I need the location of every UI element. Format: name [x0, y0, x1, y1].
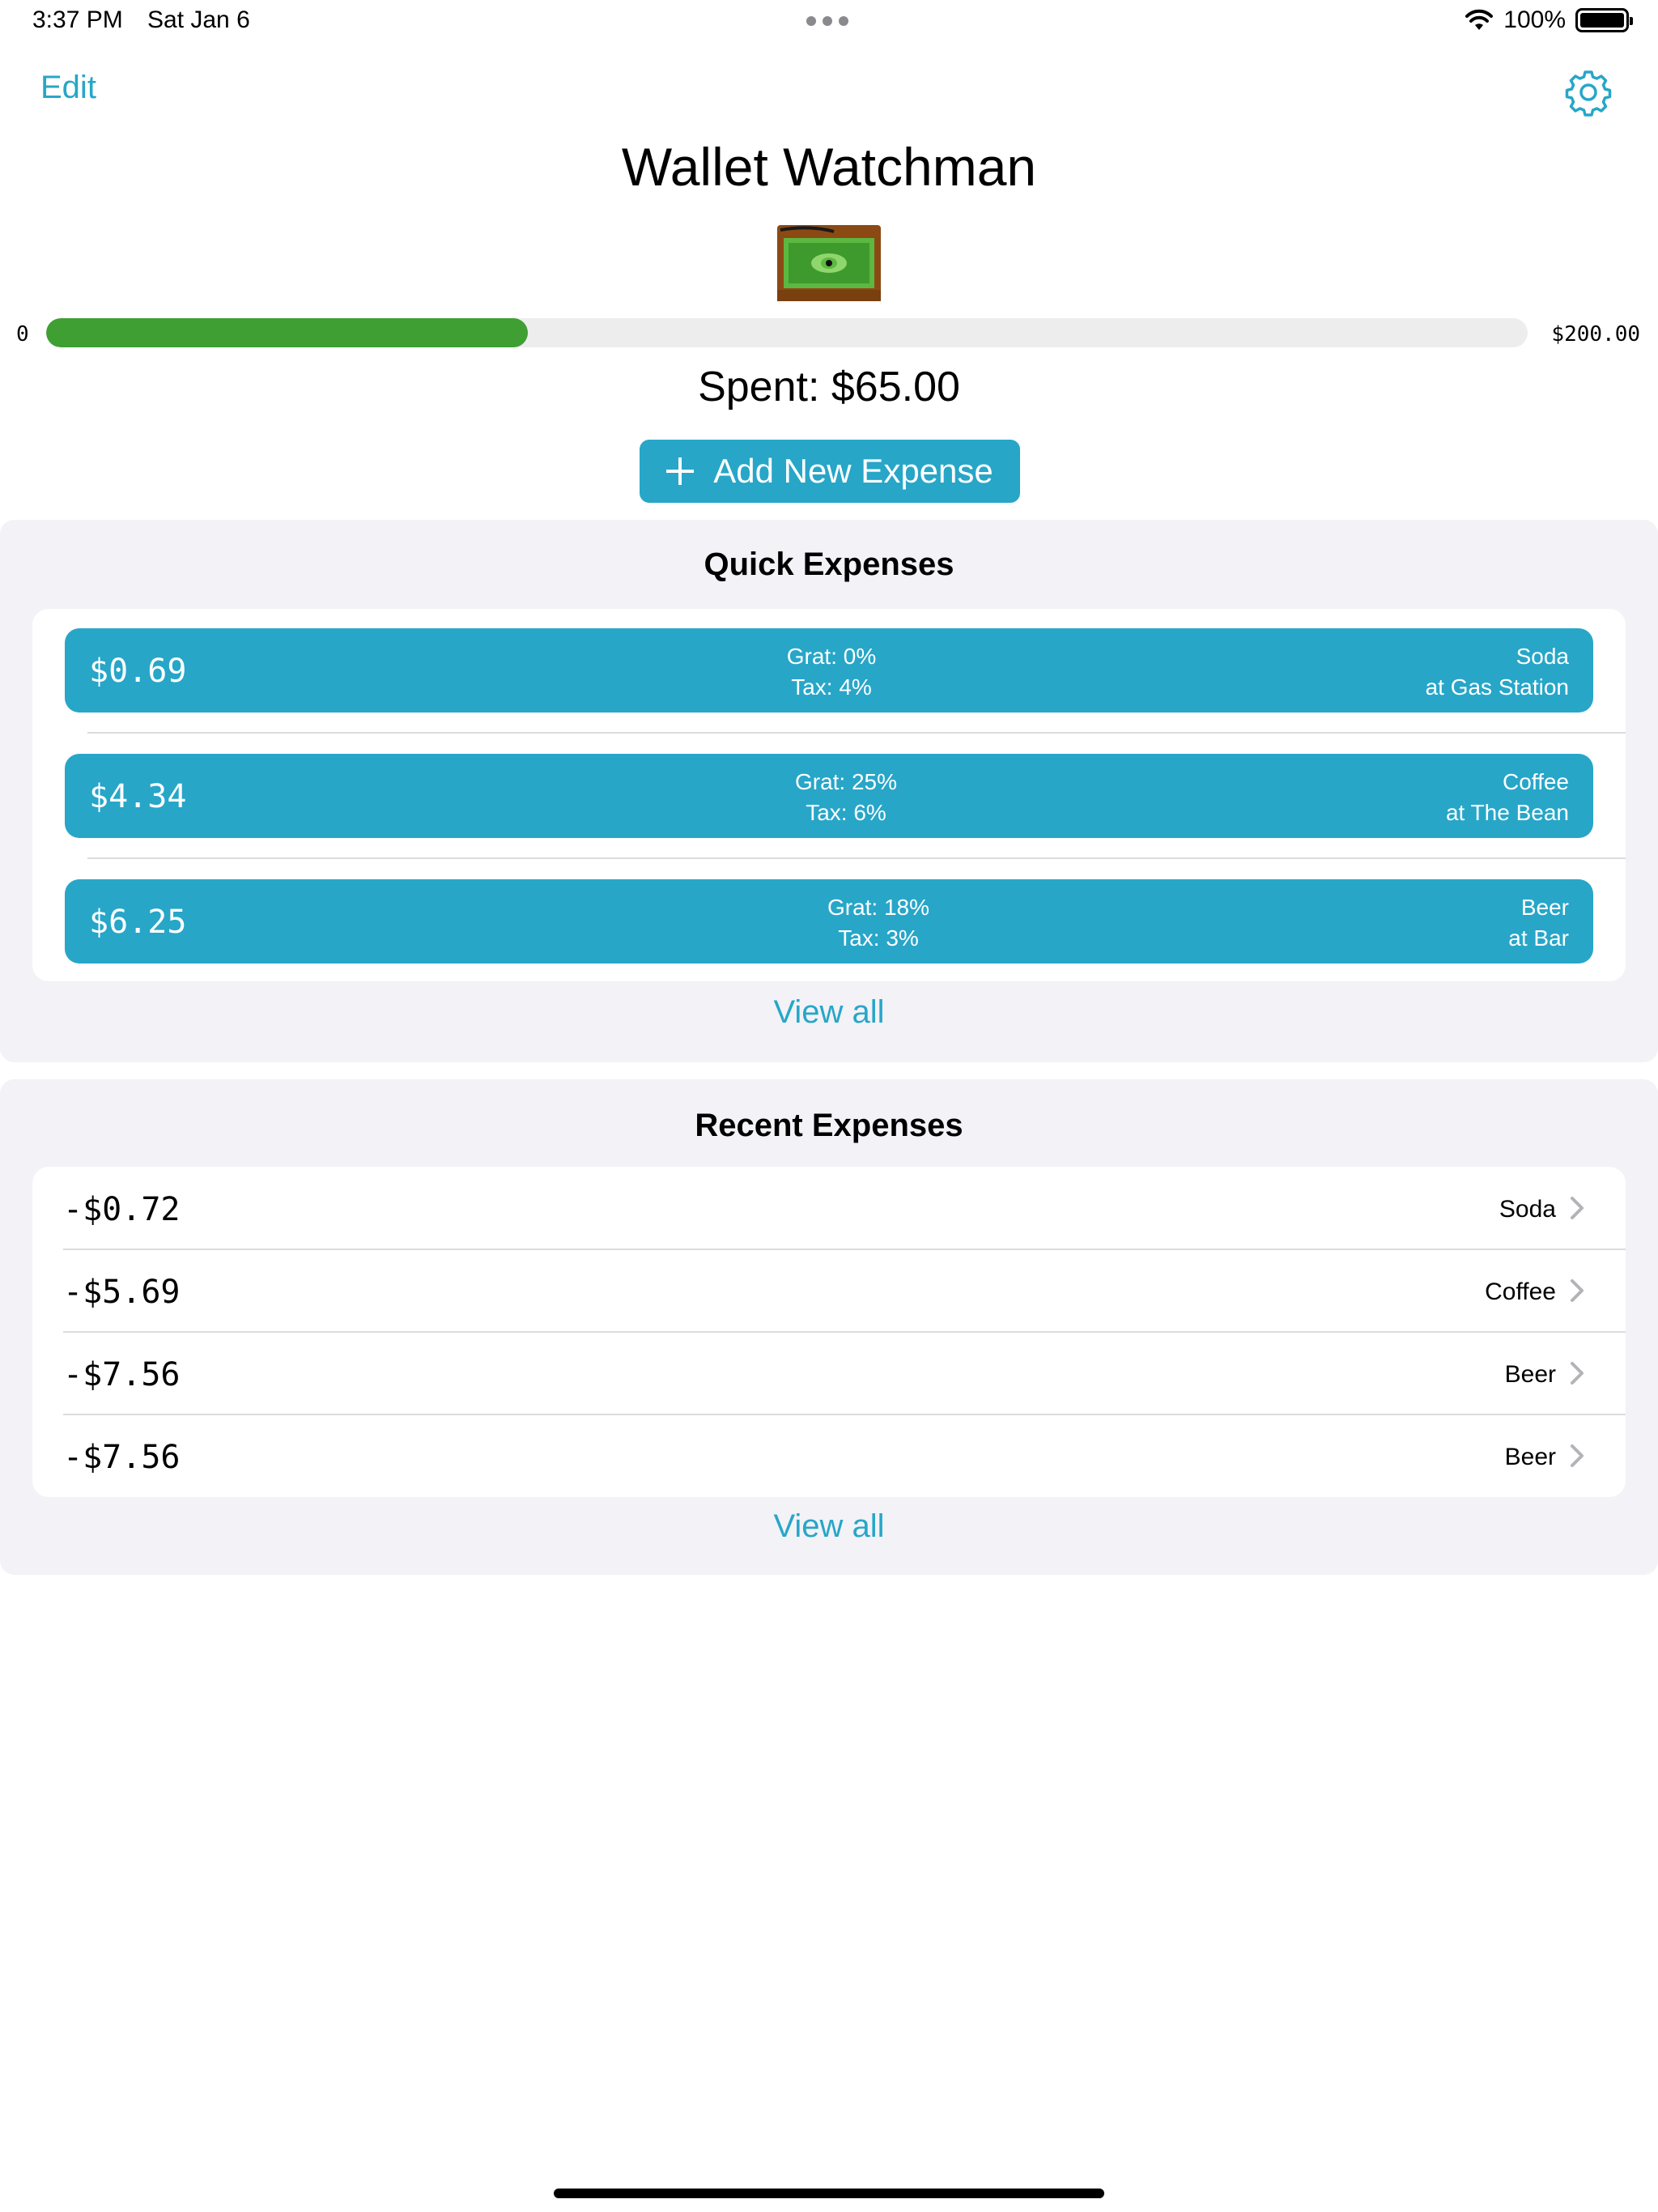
- quick-expenses-view-all-link[interactable]: View all: [0, 994, 1658, 1031]
- recent-expenses-list: -$0.72 Soda -$5.69 Coffee -$7.56 Beer -$…: [32, 1167, 1626, 1497]
- battery-percent: 100%: [1503, 6, 1566, 33]
- recent-expense-row[interactable]: -$5.69 Coffee: [32, 1249, 1626, 1332]
- recent-expense-name: Coffee: [1485, 1278, 1556, 1305]
- recent-expenses-title: Recent Expenses: [695, 1108, 963, 1143]
- recent-expense-row[interactable]: -$7.56 Beer: [32, 1414, 1626, 1497]
- progress-max-label: $200.00: [1551, 322, 1640, 347]
- quick-expense-description: Coffee at The Bean: [1446, 767, 1569, 828]
- quick-expense-place: at Gas Station: [1425, 674, 1569, 700]
- status-time: 3:37 PM: [32, 6, 123, 33]
- quick-expense-description: Beer at Bar: [1508, 892, 1569, 954]
- quick-expense-coffee[interactable]: $4.34 Grat: 25% Tax: 6% Coffee at The Be…: [65, 754, 1593, 838]
- quick-expense-soda[interactable]: $0.69 Grat: 0% Tax: 4% Soda at Gas Stati…: [65, 628, 1593, 713]
- row-divider: [87, 857, 1626, 859]
- quick-expense-grat: Grat: 18%: [827, 895, 930, 920]
- chevron-right-icon: [1571, 1362, 1584, 1385]
- status-indicators: 100%: [1465, 6, 1633, 34]
- quick-expense-grat: Grat: 0%: [786, 644, 877, 669]
- quick-expense-grat: Grat: 25%: [794, 769, 898, 794]
- recent-expense-amount: -$7.56: [63, 1356, 181, 1393]
- quick-expense-name: Soda: [1516, 644, 1569, 669]
- multitasking-dots-icon[interactable]: [806, 16, 848, 26]
- recent-expense-row[interactable]: -$0.72 Soda: [32, 1167, 1626, 1249]
- app-title: Wallet Watchman: [621, 137, 1037, 197]
- recent-expense-amount: -$0.72: [63, 1191, 181, 1228]
- quick-expense-name: Beer: [1520, 895, 1569, 920]
- gear-icon[interactable]: [1564, 68, 1613, 117]
- quick-expense-rates: Grat: 0% Tax: 4%: [750, 641, 912, 703]
- add-new-expense-button[interactable]: Add New Expense: [640, 440, 1020, 503]
- quick-expense-place: at Bar: [1508, 925, 1569, 951]
- wallet-logo-icon: [777, 225, 881, 301]
- quick-expense-tax: Tax: 4%: [791, 674, 872, 700]
- battery-icon: [1575, 8, 1633, 32]
- recent-expense-name: Soda: [1499, 1196, 1556, 1223]
- recent-expenses-section: Recent Expenses -$0.72 Soda -$5.69 Coffe…: [0, 1079, 1658, 1575]
- recent-expenses-view-all-link[interactable]: View all: [0, 1508, 1658, 1545]
- quick-expense-description: Soda at Gas Station: [1426, 641, 1569, 703]
- edit-button[interactable]: Edit: [40, 70, 96, 106]
- recent-expense-name: Beer: [1504, 1361, 1556, 1388]
- quick-expense-name: Coffee: [1503, 769, 1569, 794]
- home-indicator[interactable]: [554, 2189, 1104, 2198]
- recent-expense-amount: -$7.56: [63, 1439, 181, 1476]
- quick-expense-amount: $4.34: [89, 778, 187, 815]
- add-button-label: Add New Expense: [713, 452, 993, 490]
- quick-expense-place: at The Bean: [1445, 800, 1569, 825]
- recent-expense-name: Beer: [1504, 1444, 1556, 1470]
- quick-expenses-list: $0.69 Grat: 0% Tax: 4% Soda at Gas Stati…: [32, 609, 1626, 981]
- quick-expense-amount: $0.69: [89, 653, 187, 690]
- recent-expense-amount: -$5.69: [63, 1274, 181, 1311]
- spending-progress-bar: [46, 318, 1528, 347]
- quick-expense-beer[interactable]: $6.25 Grat: 18% Tax: 3% Beer at Bar: [65, 879, 1593, 963]
- status-bar: 3:37 PM Sat Jan 6 100%: [0, 0, 1658, 44]
- chevron-right-icon: [1571, 1279, 1584, 1302]
- progress-min-label: 0: [16, 322, 29, 347]
- quick-expenses-title: Quick Expenses: [704, 547, 954, 582]
- quick-expense-amount: $6.25: [89, 904, 187, 941]
- progress-fill: [46, 318, 528, 347]
- recent-expense-row[interactable]: -$7.56 Beer: [32, 1332, 1626, 1414]
- spent-label: Spent: $65.00: [698, 364, 960, 410]
- status-date: Sat Jan 6: [147, 6, 250, 33]
- quick-expense-tax: Tax: 6%: [806, 800, 886, 825]
- chevron-right-icon: [1571, 1444, 1584, 1467]
- chevron-right-icon: [1571, 1197, 1584, 1219]
- wifi-icon: [1465, 9, 1494, 30]
- quick-expense-tax: Tax: 3%: [838, 925, 919, 951]
- quick-expense-rates: Grat: 25% Tax: 6%: [757, 767, 935, 828]
- quick-expense-rates: Grat: 18% Tax: 3%: [789, 892, 967, 954]
- plus-icon: [666, 457, 695, 485]
- row-divider: [87, 732, 1626, 734]
